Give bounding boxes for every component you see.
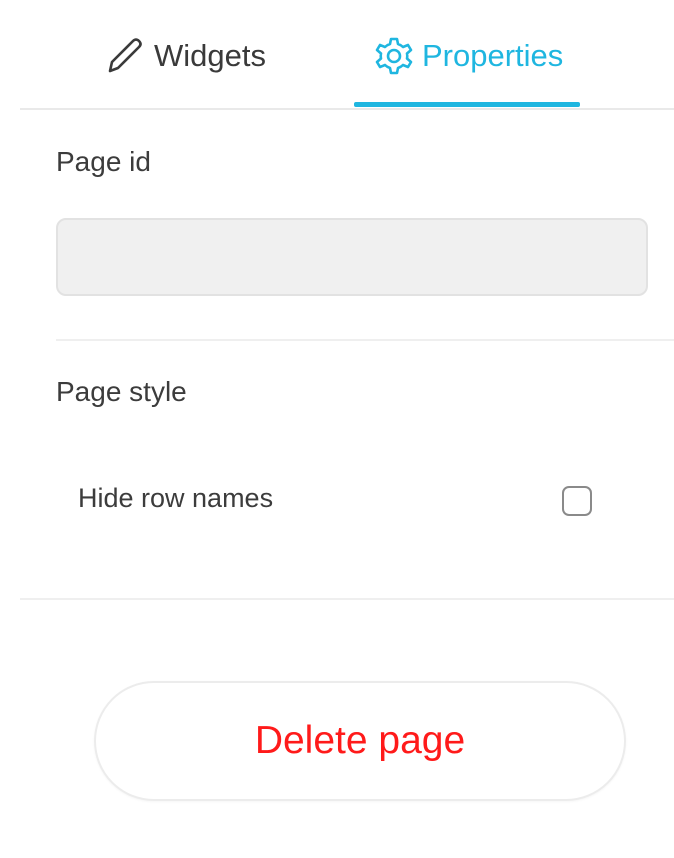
gear-icon xyxy=(374,36,414,76)
pencil-icon xyxy=(102,34,146,78)
tab-widgets-label: Widgets xyxy=(154,38,266,73)
section-divider xyxy=(20,598,674,600)
page-style-label: Page style xyxy=(56,376,187,407)
active-tab-indicator xyxy=(354,102,580,107)
hide-row-names-checkbox[interactable] xyxy=(562,486,592,516)
tab-properties[interactable]: Properties xyxy=(374,26,563,86)
tab-properties-label: Properties xyxy=(422,38,564,73)
tab-bar: Widgets Properties xyxy=(20,0,674,110)
properties-panel: Widgets Properties Page id Page style Hi… xyxy=(0,0,674,858)
section-divider xyxy=(56,339,674,341)
page-id-label: Page id xyxy=(56,146,151,177)
delete-page-button[interactable]: Delete page xyxy=(94,681,626,801)
page-id-input[interactable] xyxy=(56,218,648,296)
hide-row-names-label: Hide row names xyxy=(78,483,274,513)
tab-widgets[interactable]: Widgets xyxy=(102,26,266,86)
